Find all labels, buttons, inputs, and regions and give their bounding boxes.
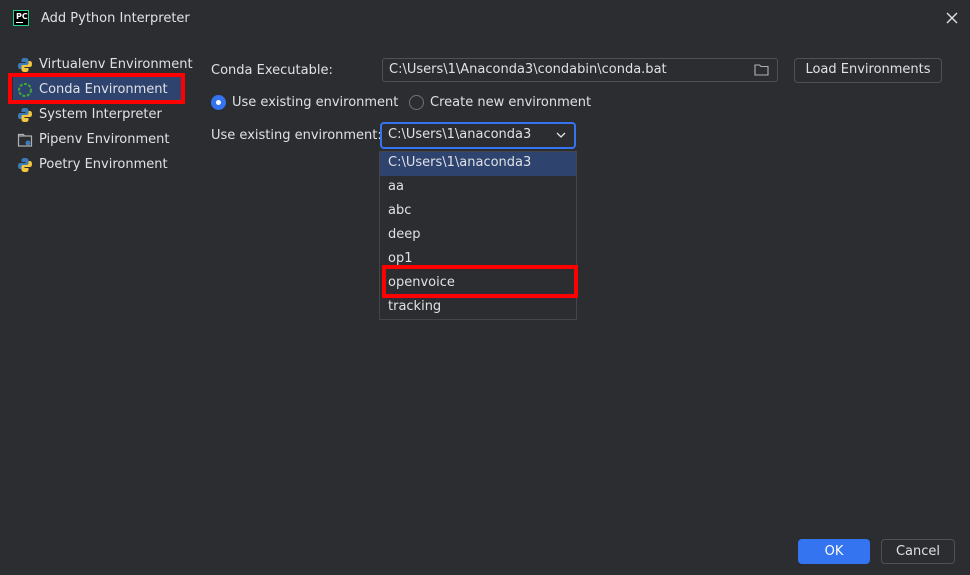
python-icon [18, 107, 32, 122]
sidebar-item-pipenv[interactable]: Pipenv Environment [13, 127, 183, 152]
conda-icon [18, 82, 32, 97]
existing-environment-select[interactable]: C:\Users\1\anaconda3 [380, 122, 576, 149]
sidebar-item-system[interactable]: System Interpreter [13, 102, 183, 127]
conda-executable-label: Conda Executable: [211, 63, 333, 78]
dropdown-option-op1[interactable]: op1 [380, 248, 576, 272]
existing-environment-value: C:\Users\1\anaconda3 [388, 127, 532, 142]
dropdown-option-tracking[interactable]: tracking [380, 296, 576, 320]
create-new-radio[interactable] [409, 95, 424, 110]
environment-dropdown-list: C:\Users\1\anaconda3 aa abc deep op1 ope… [379, 151, 577, 320]
cancel-button[interactable]: Cancel [881, 539, 955, 564]
ok-button[interactable]: OK [798, 539, 870, 564]
conda-executable-field[interactable]: C:\Users\1\Anaconda3\condabin\conda.bat [382, 58, 778, 82]
title-bar: PC Add Python Interpreter [0, 0, 970, 38]
sidebar-item-label: Poetry Environment [39, 157, 168, 172]
use-existing-radio-label[interactable]: Use existing environment [232, 95, 398, 110]
conda-executable-value: C:\Users\1\Anaconda3\condabin\conda.bat [389, 62, 667, 77]
close-icon[interactable] [944, 10, 960, 26]
existing-environment-label: Use existing environment: [211, 128, 382, 143]
dropdown-option-aa[interactable]: aa [380, 176, 576, 200]
logo-text: PC [16, 12, 28, 21]
poetry-icon [18, 157, 32, 172]
sidebar-item-label: System Interpreter [39, 107, 162, 122]
python-icon [18, 57, 32, 72]
chevron-down-icon [556, 132, 566, 138]
sidebar-item-label: Conda Environment [39, 82, 168, 97]
dropdown-option-openvoice[interactable]: openvoice [380, 272, 576, 296]
pipenv-icon [17, 133, 33, 147]
create-new-radio-label[interactable]: Create new environment [430, 95, 591, 110]
use-existing-radio[interactable] [211, 95, 226, 110]
sidebar-item-label: Pipenv Environment [39, 132, 170, 147]
dropdown-option-abc[interactable]: abc [380, 200, 576, 224]
sidebar-item-poetry[interactable]: Poetry Environment [13, 152, 183, 177]
sidebar-item-label: Virtualenv Environment [39, 57, 193, 72]
load-environments-button[interactable]: Load Environments [794, 58, 942, 83]
sidebar-item-virtualenv[interactable]: Virtualenv Environment [13, 52, 193, 77]
dialog-title: Add Python Interpreter [41, 11, 190, 26]
add-python-interpreter-dialog: PC Add Python Interpreter Virtualenv Env… [0, 0, 970, 575]
sidebar-item-conda[interactable]: Conda Environment [13, 77, 183, 102]
folder-icon[interactable] [754, 63, 769, 76]
dropdown-option-anaconda3[interactable]: C:\Users\1\anaconda3 [380, 152, 576, 176]
pycharm-logo-icon: PC [13, 10, 29, 26]
dropdown-option-deep[interactable]: deep [380, 224, 576, 248]
